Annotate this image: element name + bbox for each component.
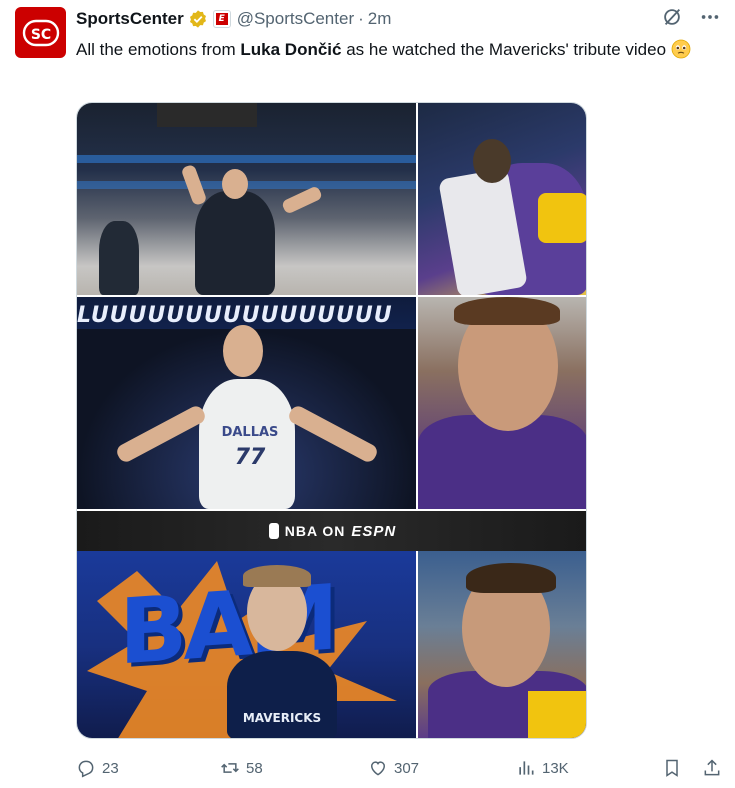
player-hair [454, 297, 560, 325]
repost-count: 58 [246, 759, 263, 777]
player-hair [466, 563, 556, 593]
player-head [222, 169, 248, 199]
player-jersey [227, 651, 337, 738]
arena-ribbon [77, 155, 416, 163]
avatar[interactable]: SC [15, 7, 66, 58]
like-button[interactable]: 307 [368, 754, 419, 782]
tweet-text: All the emotions from Luka Dončić as he … [76, 38, 716, 62]
espn-wordmark: ESPN [351, 522, 397, 540]
tweet-text-part: All the emotions from [76, 40, 241, 59]
timestamp[interactable]: 2m [368, 9, 392, 29]
grok-icon[interactable] [661, 6, 683, 28]
player-head [473, 139, 511, 183]
sportscenter-logo: SC [22, 19, 59, 46]
photo-crying-towel[interactable] [418, 103, 586, 295]
broadcast-banner: NBA ON ESPN [77, 511, 586, 551]
tweet-header: SportsCenter E @SportsCenter · 2m [76, 8, 391, 30]
verified-icon [189, 10, 206, 28]
views-button[interactable]: 13K [516, 754, 569, 782]
jersey-gold-panel [528, 691, 586, 738]
player-hair [243, 565, 311, 587]
author-name[interactable]: SportsCenter [76, 9, 184, 29]
repost-button[interactable]: 58 [220, 754, 263, 782]
banner-text: NBA ON [284, 523, 346, 539]
jersey-team-text: MAVERICKS [242, 711, 322, 725]
tweet-text-mention: Luka Dončić [240, 40, 342, 59]
player-figure [99, 221, 139, 295]
svg-text:SC: SC [30, 27, 50, 43]
jersey-team-text: DALLAS [221, 425, 279, 440]
separator-dot: · [358, 9, 364, 28]
reply-icon [78, 760, 94, 778]
tweet-action-bar: 23 58 307 13K [76, 754, 726, 782]
like-count: 307 [394, 759, 420, 777]
holding-back-tears-emoji-icon [671, 39, 691, 59]
view-count: 13K [542, 759, 569, 777]
affiliate-badge-label: E [215, 13, 228, 25]
graphic-bam[interactable]: BAM MAVERICKS [77, 551, 416, 738]
author-handle[interactable]: @SportsCenter [237, 9, 354, 29]
more-icon[interactable] [699, 6, 721, 28]
arena-overlay-text: LUUUUUUUUUUUUUUUU [77, 303, 393, 328]
affiliate-badge[interactable]: E [212, 10, 231, 28]
scoreboard [157, 103, 257, 127]
views-icon [519, 761, 534, 775]
bookmark-button[interactable] [662, 754, 682, 782]
photo-celebration[interactable] [77, 103, 416, 295]
jersey-gold-panel [538, 193, 586, 243]
tweet-top-actions [661, 6, 721, 28]
nba-logo-icon [268, 523, 279, 539]
repost-icon [221, 763, 239, 773]
media-grid[interactable]: LUUUUUUUUUUUUUUUU DALLAS 77 NBA ON ESPN … [76, 102, 587, 739]
reply-button[interactable]: 23 [76, 754, 119, 782]
jersey-number: 77 [234, 445, 266, 470]
bookmark-icon [666, 759, 678, 777]
player-jersey [199, 379, 295, 509]
photo-teary-eyes[interactable] [418, 297, 586, 509]
player-figure [195, 191, 275, 295]
player-head [223, 325, 263, 377]
like-icon [370, 761, 386, 776]
share-icon [704, 759, 720, 776]
raised-arm [280, 185, 324, 215]
tweet-text-part: as he watched the Mavericks' tribute vid… [341, 40, 667, 59]
photo-cheering[interactable]: LUUUUUUUUUUUUUUUU DALLAS 77 [77, 297, 416, 509]
reply-count: 23 [102, 759, 119, 777]
photo-looking-up[interactable] [418, 551, 586, 738]
nba-on-espn-banner: NBA ON ESPN [77, 511, 586, 551]
share-button[interactable] [702, 754, 722, 782]
